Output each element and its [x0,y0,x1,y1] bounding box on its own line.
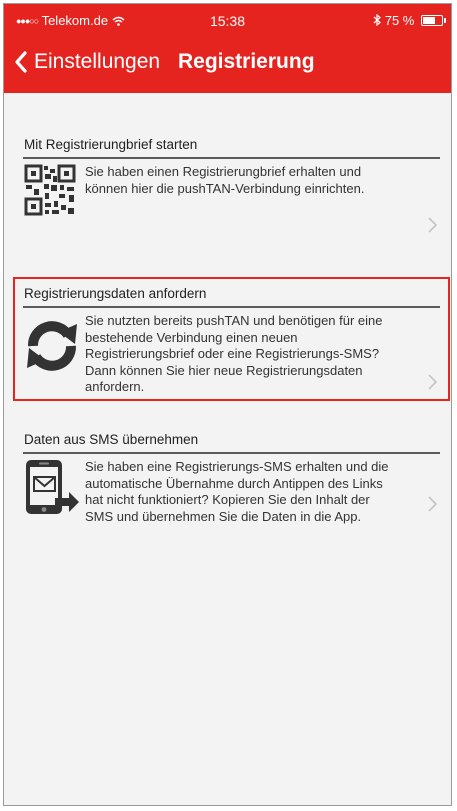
section-registration-letter[interactable]: Mit Registrierungbrief starten Sie haben… [23,137,440,233]
section-sms-import[interactable]: Daten aus SMS übernehmen Sie haben eine … [23,432,440,525]
section-title: Daten aus SMS übernehmen [24,432,199,447]
back-label: Einstellungen [34,50,161,73]
section-body: Sie haben einen Registrierungbrief erhal… [23,159,440,233]
page-title: Registrierung [178,50,315,73]
nav-bar: Einstellungen Registrierung [4,44,451,84]
section-body: Sie haben eine Registrierungs-SMS erhalt… [23,454,440,525]
status-right: 75 % [373,13,446,28]
chevron-left-icon [15,51,27,73]
chevron-right-icon [428,213,438,239]
section-title: Mit Registrierungbrief starten [24,137,198,152]
battery-level [423,17,435,24]
battery-percent: 75 % [384,13,415,28]
header-bar: ●●●○○ Telekom.de 15:38 75 % Einstellunge… [4,4,451,93]
bluetooth-icon [373,13,385,28]
highlight-frame [13,277,450,401]
back-button[interactable]: Einstellungen [14,50,160,74]
app-frame: ●●●○○ Telekom.de 15:38 75 % Einstellunge… [3,3,452,806]
status-bar: ●●●○○ Telekom.de 15:38 75 % [4,4,451,34]
battery-icon [421,15,446,26]
chevron-right-icon [428,492,438,518]
sms-phone-icon [23,454,85,525]
battery-tip [444,18,446,23]
section-description: Sie haben einen Registrierungbrief erhal… [85,164,365,196]
section-description: Sie haben eine Registrierungs-SMS erhalt… [85,459,389,524]
qr-code-icon [23,159,85,226]
